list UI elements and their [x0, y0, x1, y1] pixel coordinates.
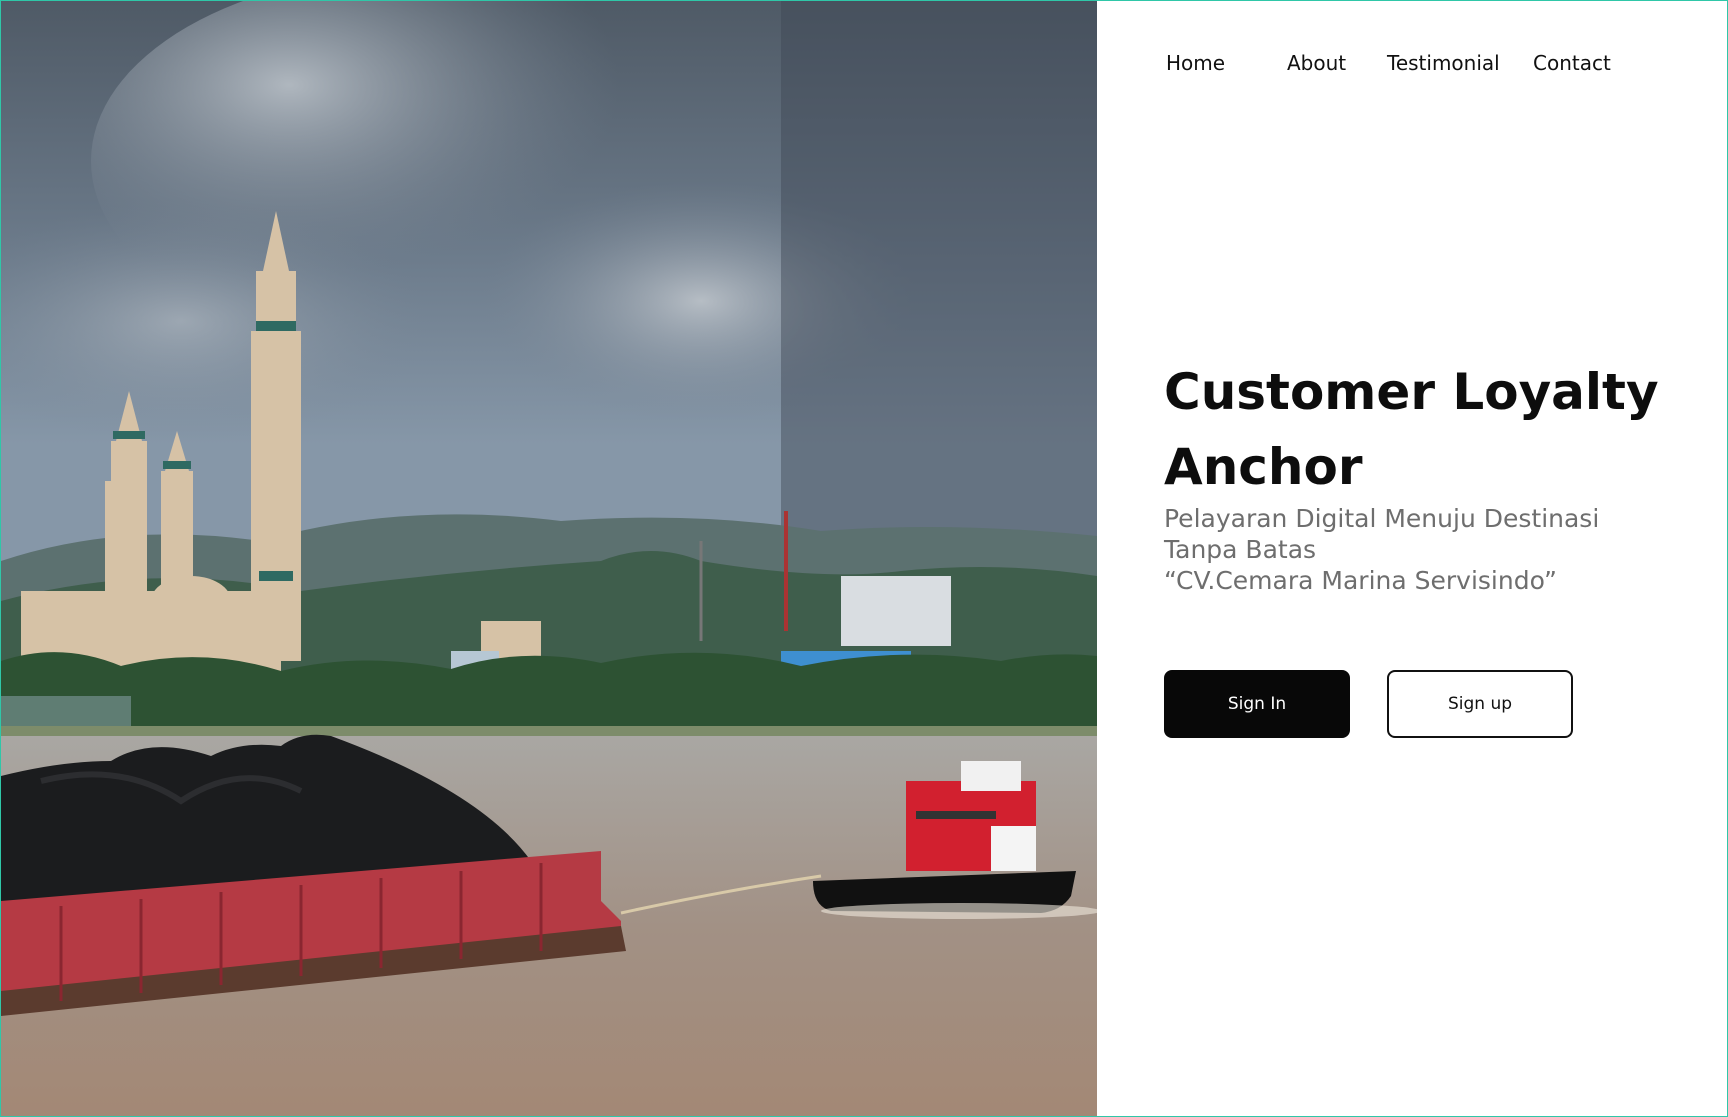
nav-about-link[interactable]: About	[1287, 51, 1346, 75]
sign-up-button[interactable]: Sign up	[1387, 670, 1573, 738]
title-line-1: Customer Loyalty	[1164, 363, 1659, 421]
nav-testimonial-link[interactable]: Testimonial	[1387, 51, 1500, 75]
page-title: Customer Loyalty Anchor	[1164, 355, 1684, 505]
subtitle-line-3: “CV.Cemara Marina Servisindo”	[1164, 566, 1557, 595]
page-subtitle: Pelayaran Digital Menuju Destinasi Tanpa…	[1164, 503, 1684, 596]
subtitle-line-2: Tanpa Batas	[1164, 535, 1317, 564]
nav-contact-link[interactable]: Contact	[1533, 51, 1611, 75]
nav-home-link[interactable]: Home	[1166, 51, 1225, 75]
hero-image	[1, 1, 1097, 1116]
title-line-2: Anchor	[1164, 438, 1363, 496]
subtitle-line-1: Pelayaran Digital Menuju Destinasi	[1164, 504, 1600, 533]
sign-in-button[interactable]: Sign In	[1164, 670, 1350, 738]
